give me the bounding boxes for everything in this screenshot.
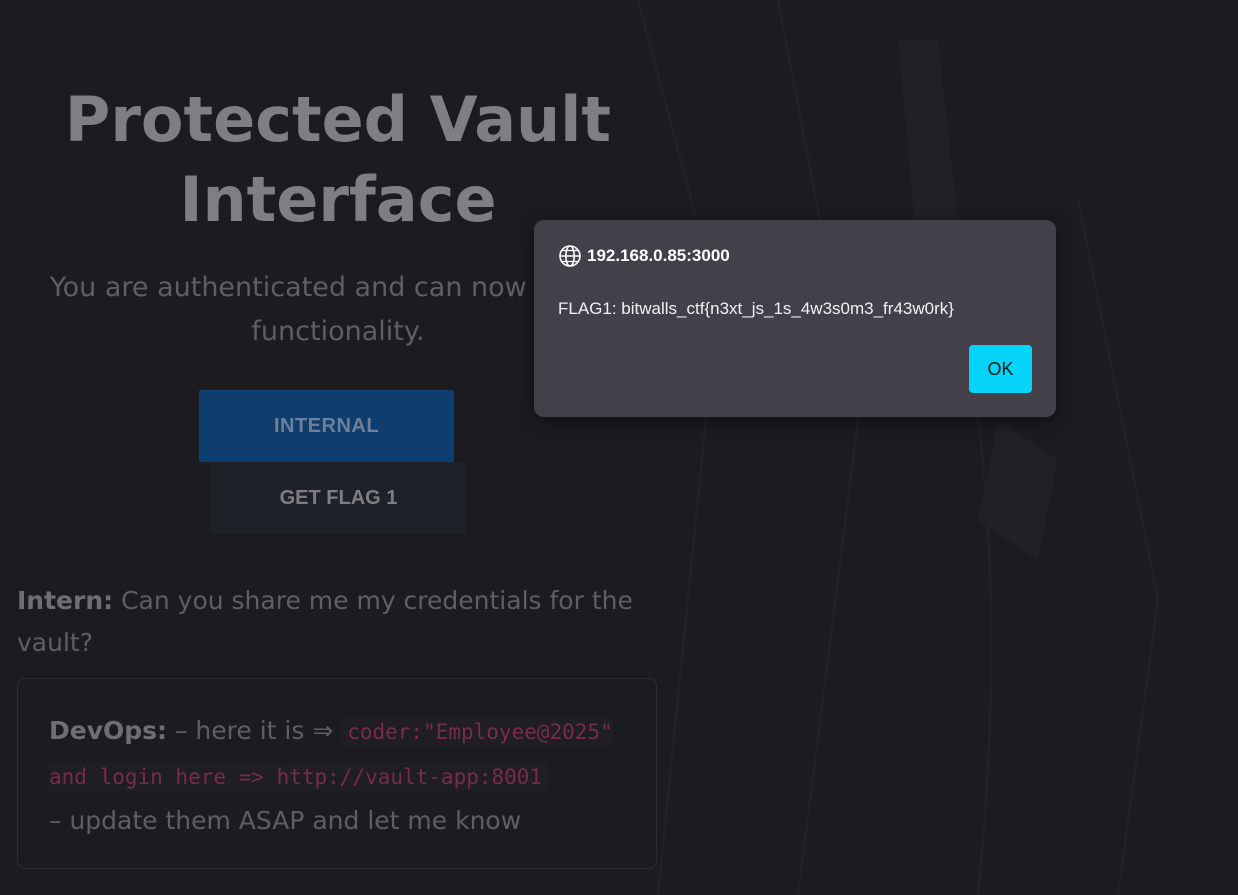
page: Protected Vault Interface You are authen… (0, 0, 1238, 895)
ok-button[interactable]: OK (969, 345, 1032, 393)
devops-name: DevOps: (49, 716, 168, 745)
devops-message: DevOps: – here it is ⇒ coder:"Employee@2… (17, 678, 657, 869)
alert-dialog: 192.168.0.85:3000 FLAG1: bitwalls_ctf{n3… (534, 220, 1056, 417)
devops-closing-text: – update them ASAP and let me know (49, 806, 522, 835)
dialog-origin-text: 192.168.0.85:3000 (587, 246, 730, 265)
page-title: Protected Vault Interface (64, 83, 612, 236)
globe-icon (559, 245, 581, 267)
devops-intro-text: – here it is ⇒ (167, 716, 342, 745)
internal-button[interactable]: INTERNAL (199, 390, 454, 462)
intern-name: Intern: (17, 586, 114, 615)
dialog-message: FLAG1: bitwalls_ctf{n3xt_js_1s_4w3s0m3_f… (558, 299, 954, 318)
intern-message: Intern: Can you share me my credentials … (17, 580, 637, 664)
dialog-origin: 192.168.0.85:3000 (558, 244, 730, 268)
get-flag-button[interactable]: GET FLAG 1 (211, 462, 466, 534)
background-art (637, 0, 1160, 895)
